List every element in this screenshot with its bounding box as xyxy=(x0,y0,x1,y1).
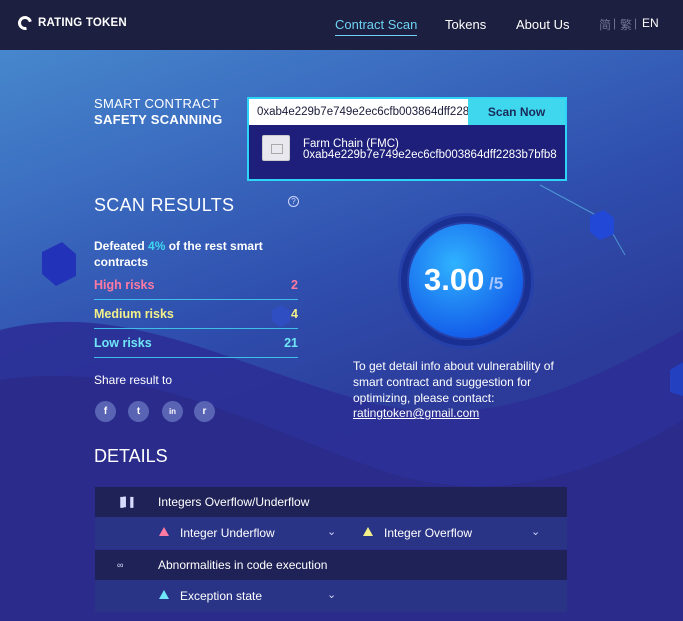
chevron-down-icon[interactable]: ⌄ xyxy=(327,588,336,601)
item-exception-state[interactable]: Exception state xyxy=(180,589,262,603)
risk-count: 2 xyxy=(291,278,298,292)
bar-chart-icon: ▐▍▌ xyxy=(117,497,137,507)
scan-heading-line1: SMART CONTRACT xyxy=(94,96,220,111)
lang-english[interactable]: EN xyxy=(642,16,659,30)
contract-address-input[interactable]: 0xab4e229b7e749e2ec6cfb003864dff2283b7bf… xyxy=(249,99,468,125)
risk-label: Medium risks xyxy=(94,307,174,321)
section-items-row: Integer Underflow ⌄ Integer Overflow ⌄ xyxy=(95,517,567,549)
low-risk-triangle-icon xyxy=(159,590,169,599)
risk-count: 21 xyxy=(284,336,298,350)
defeat-prefix: Defeated xyxy=(94,239,149,253)
chevron-down-icon[interactable]: ⌄ xyxy=(327,525,336,538)
logo[interactable]: RATING TOKEN xyxy=(15,13,127,33)
scan-box: 0xab4e229b7e749e2ec6cfb003864dff2283b7bf… xyxy=(247,97,567,181)
section-integers-overflow[interactable]: ▐▍▌ Integers Overflow/Underflow xyxy=(95,487,567,517)
risk-label: High risks xyxy=(94,278,155,292)
section-title: Abnormalities in code execution xyxy=(158,558,328,572)
high-risk-triangle-icon xyxy=(159,527,169,536)
low-risks-row: Low risks 21 xyxy=(94,329,298,358)
search-suggestion[interactable]: Farm Chain (FMC) 0xab4e229b7e749e2ec6cfb… xyxy=(249,125,565,179)
item-integer-overflow[interactable]: Integer Overflow xyxy=(384,526,472,540)
token-image-icon xyxy=(262,135,290,161)
lang-divider: | xyxy=(613,16,617,30)
lang-divider: | xyxy=(634,16,638,30)
twitter-icon[interactable]: t xyxy=(128,401,149,422)
lang-simplified[interactable]: 简 xyxy=(599,16,611,33)
score-value: 3.00 xyxy=(424,262,485,297)
reddit-icon[interactable]: r xyxy=(194,401,215,422)
section-title: Integers Overflow/Underflow xyxy=(158,495,310,509)
details-title: DETAILS xyxy=(94,446,168,466)
nav-about-us[interactable]: About Us xyxy=(516,17,569,32)
risk-count: 4 xyxy=(291,307,298,321)
logo-text: RATING TOKEN xyxy=(38,17,127,29)
suggestion-token-address: 0xab4e229b7e749e2ec6cfb003864dff2283b7bf… xyxy=(303,149,557,161)
nav-tokens[interactable]: Tokens xyxy=(445,17,486,32)
chevron-down-icon[interactable]: ⌄ xyxy=(531,525,540,538)
logo-mark-icon xyxy=(15,13,35,33)
section-code-execution[interactable]: ∞ Abnormalities in code execution xyxy=(95,550,567,580)
top-nav: RATING TOKEN Contract Scan Tokens About … xyxy=(0,0,683,50)
section-items-row: Exception state ⌄ xyxy=(95,580,567,612)
scan-heading: SMART CONTRACT SAFETY SCANNING xyxy=(94,96,223,128)
linkedin-icon[interactable]: in xyxy=(162,401,183,422)
lang-traditional[interactable]: 繁 xyxy=(620,16,632,33)
risk-label: Low risks xyxy=(94,336,152,350)
scan-results-title: SCAN RESULTS xyxy=(94,195,235,215)
defeat-summary: Defeated 4% of the rest smart contracts xyxy=(94,238,294,270)
medium-risk-triangle-icon xyxy=(363,527,373,536)
medium-risks-row: Medium risks 4 xyxy=(94,300,298,329)
defeat-percent: 4% xyxy=(148,239,166,253)
scan-heading-line2: SAFETY SCANNING xyxy=(94,112,223,127)
score-denominator: /5 xyxy=(489,274,504,293)
high-risks-row: High risks 2 xyxy=(94,271,298,300)
contact-email-link[interactable]: ratingtoken@gmail.com xyxy=(353,406,479,420)
share-label: Share result to xyxy=(94,373,173,387)
contact-text: To get detail info about vulnerability o… xyxy=(353,359,554,405)
nav-contract-scan[interactable]: Contract Scan xyxy=(335,17,418,36)
facebook-icon[interactable]: f xyxy=(95,401,116,422)
link-icon: ∞ xyxy=(117,560,124,570)
help-icon[interactable]: ? xyxy=(288,196,299,207)
item-integer-underflow[interactable]: Integer Underflow xyxy=(180,526,275,540)
scan-now-button[interactable]: Scan Now xyxy=(468,99,565,125)
